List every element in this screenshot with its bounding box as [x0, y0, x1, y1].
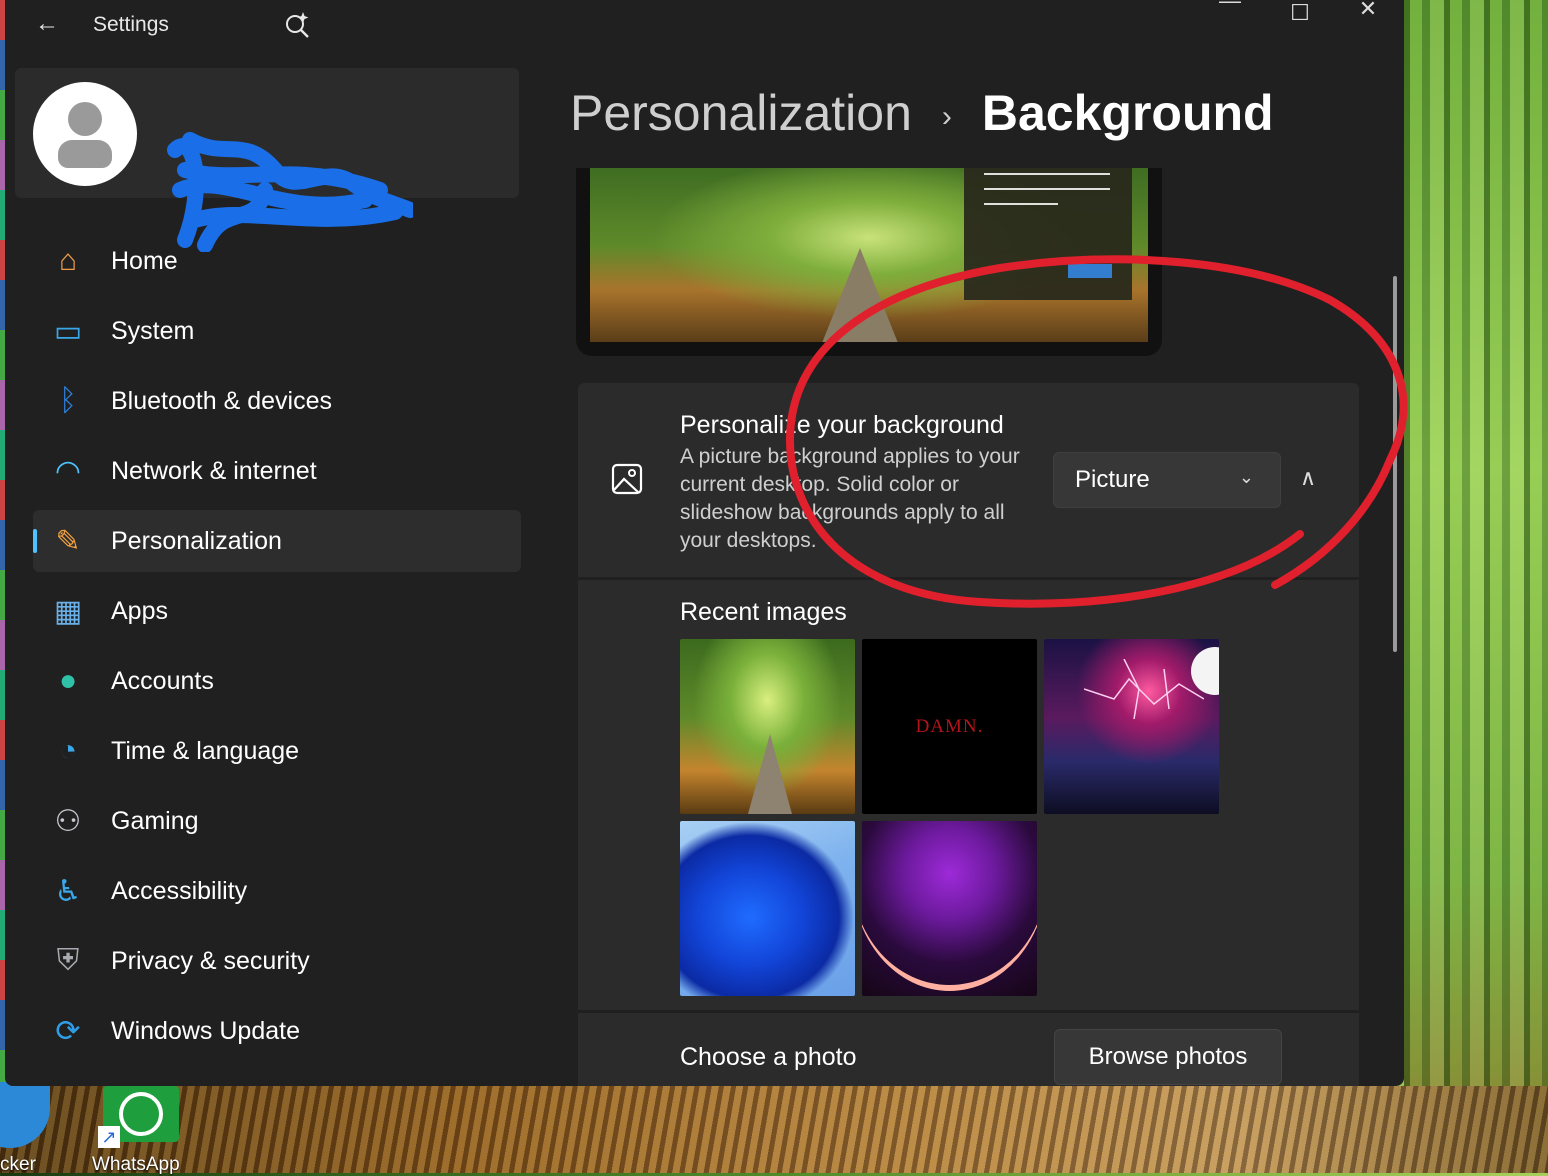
recent-images-title: Recent images: [680, 598, 847, 626]
sidebar-item-home[interactable]: ⌂ Home: [33, 230, 521, 292]
sidebar-item-label: System: [111, 316, 195, 345]
desktop-wallpaper-bamboo: [1404, 0, 1548, 1173]
thumb-text: DAMN.: [915, 715, 984, 737]
user-account-card[interactable]: [15, 68, 519, 252]
close-button[interactable]: ✕: [1345, 0, 1391, 22]
sidebar-item-accounts[interactable]: ● Accounts: [33, 650, 521, 712]
sidebar-item-windows-update[interactable]: ⟳ Windows Update: [33, 1000, 521, 1062]
browse-photos-button[interactable]: Browse photos: [1054, 1029, 1282, 1085]
search-sparkle-icon[interactable]: [283, 10, 311, 38]
home-icon: ⌂: [58, 244, 78, 277]
shortcut-arrow-icon: ↗: [98, 1126, 120, 1148]
sidebar-item-label: Apps: [111, 596, 168, 625]
sidebar-item-personalization[interactable]: ✎ Personalization: [33, 510, 521, 572]
apps-icon: ▦: [53, 594, 83, 628]
recent-image-damn[interactable]: DAMN.: [862, 639, 1037, 814]
sidebar-item-label: Windows Update: [111, 1016, 300, 1045]
personalize-background-card: Personalize your background A picture ba…: [578, 383, 1359, 577]
brush-icon: ✎: [55, 524, 81, 558]
globe-clock-icon: ◔: [58, 734, 78, 767]
picture-icon: [611, 463, 643, 495]
sidebar-item-label: Home: [111, 246, 178, 275]
sidebar-item-time-language[interactable]: ◔ Time & language: [33, 720, 521, 782]
sidebar-item-system[interactable]: ▭ System: [33, 300, 521, 362]
minimize-button[interactable]: —: [1207, 0, 1253, 14]
breadcrumb: Personalization › Background: [570, 84, 1274, 142]
background-type-dropdown[interactable]: Picture ⌄: [1053, 452, 1281, 508]
sidebar-item-privacy-security[interactable]: ⛨ Privacy & security: [33, 930, 521, 992]
update-icon: ⟳: [55, 1014, 81, 1048]
personalize-title: Personalize your background: [680, 411, 1004, 439]
sidebar-nav: ⌂ Home ▭ System ᛒ Bluetooth & devices ◠ Network…: [33, 230, 521, 1070]
wifi-icon: ◠: [54, 454, 82, 488]
sidebar-item-label: Network & internet: [111, 456, 317, 485]
shield-icon: ⛨: [56, 944, 80, 977]
scrollbar-thumb[interactable]: [1393, 276, 1397, 652]
sidebar-item-bluetooth-devices[interactable]: ᛒ Bluetooth & devices: [33, 370, 521, 432]
choose-photo-label: Choose a photo: [680, 1043, 857, 1071]
collapse-button[interactable]: ∧: [1300, 465, 1316, 491]
settings-window: ← Settings — ☐ ✕ ⌂ Home ▭ System ᛒ Bluetooth …: [5, 0, 1404, 1086]
bluetooth-icon: ᛒ: [59, 384, 77, 417]
choose-photo-card: Choose a photo Browse photos: [578, 1013, 1359, 1086]
sidebar-item-label: Privacy & security: [111, 946, 310, 975]
chevron-down-icon: ⌄: [1238, 467, 1254, 487]
recent-image-bloom[interactable]: [680, 821, 855, 996]
recent-image-storm[interactable]: [1044, 639, 1219, 814]
sidebar-item-network-internet[interactable]: ◠ Network & internet: [33, 440, 521, 502]
back-button[interactable]: ←: [35, 10, 59, 38]
breadcrumb-parent[interactable]: Personalization: [570, 85, 912, 141]
recent-images-card: Recent images DAMN.: [578, 580, 1359, 1010]
preview-window-mock: [964, 168, 1132, 300]
sidebar-item-label: Accounts: [111, 666, 214, 695]
gamepad-icon: ⚇: [54, 804, 82, 838]
sidebar-item-gaming[interactable]: ⚇ Gaming: [33, 790, 521, 852]
sidebar-item-label: Time & language: [111, 736, 300, 765]
system-icon: ▭: [53, 314, 83, 348]
window-title: Settings: [93, 13, 169, 36]
sidebar-item-label: Gaming: [111, 806, 199, 835]
sidebar-item-label: Personalization: [111, 526, 282, 555]
desktop-preview: [576, 168, 1162, 356]
sidebar-item-label: Accessibility: [111, 876, 248, 905]
title-bar: ← Settings — ☐ ✕: [5, 0, 1404, 52]
maximize-button[interactable]: ☐: [1277, 0, 1323, 26]
accessibility-icon: ♿: [54, 874, 82, 908]
accounts-icon: ●: [58, 664, 78, 697]
personalize-description: A picture background applies to your cur…: [680, 445, 1020, 552]
avatar: [33, 82, 137, 186]
dropdown-value: Picture: [1075, 466, 1150, 493]
recent-image-bamboo[interactable]: [680, 639, 855, 814]
sidebar-item-label: Bluetooth & devices: [111, 386, 332, 415]
page-title: Background: [981, 85, 1274, 141]
sidebar-item-accessibility[interactable]: ♿ Accessibility: [33, 860, 521, 922]
sidebar-item-apps[interactable]: ▦ Apps: [33, 580, 521, 642]
recent-image-purple-glow[interactable]: [862, 821, 1037, 996]
chevron-right-icon: ›: [941, 99, 952, 133]
preview-wallpaper: [590, 168, 1148, 342]
desktop-wallpaper-path: [0, 1086, 1548, 1173]
